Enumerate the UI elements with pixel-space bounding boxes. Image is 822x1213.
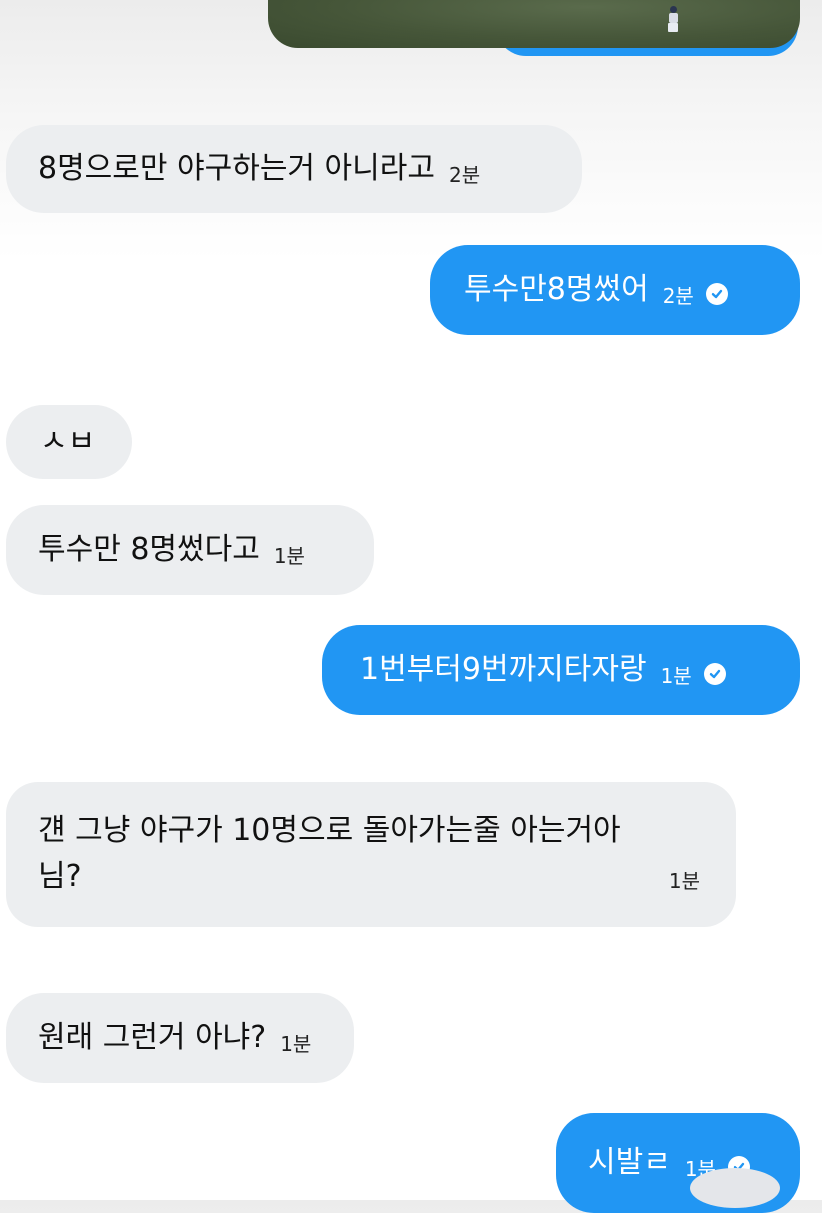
message-text: 투수만 8명썼다고 [38,532,260,567]
message-text: ㅅㅂ [40,424,96,459]
message-text: 1번부터9번까지타자랑 [360,652,647,687]
received-message[interactable]: 걘 그냥 야구가 10명으로 돌아가는줄 아는거아님? 1분 [6,782,736,927]
baseball-photo[interactable] [268,0,800,48]
message-text: 투수만8명썼어 [464,272,649,307]
message-text: 8명으로만 야구하는거 아니라고 [38,151,435,186]
sent-message[interactable]: 투수만8명썼어 2분 [430,245,800,335]
avatar [690,1168,780,1208]
received-message[interactable]: ㅅㅂ [6,405,132,479]
received-message[interactable]: 투수만 8명썼다고 1분 [6,505,374,595]
message-text: 원래 그런거 아냐? [38,1020,267,1055]
message-time: 1분 [668,869,700,893]
message-time: 1분 [273,544,305,568]
message-text: 걘 그냥 야구가 10명으로 돌아가는줄 아는거아님? [38,813,621,894]
message-text: 시발ㄹ [588,1145,671,1180]
received-message[interactable]: 8명으로만 야구하는거 아니라고 2분 [6,125,582,213]
received-message[interactable]: 원래 그런거 아냐? 1분 [6,993,354,1083]
message-time: 1분 [280,1032,312,1056]
message-time: 2분 [662,284,694,308]
check-circle-icon [703,663,726,685]
message-time: 2분 [448,163,481,187]
check-circle-icon [705,283,728,305]
baseball-player-figure [668,6,678,32]
sent-photo-message[interactable] [268,0,802,58]
message-time: 1분 [660,664,692,688]
sent-message[interactable]: 1번부터9번까지타자랑 1분 [322,625,800,715]
